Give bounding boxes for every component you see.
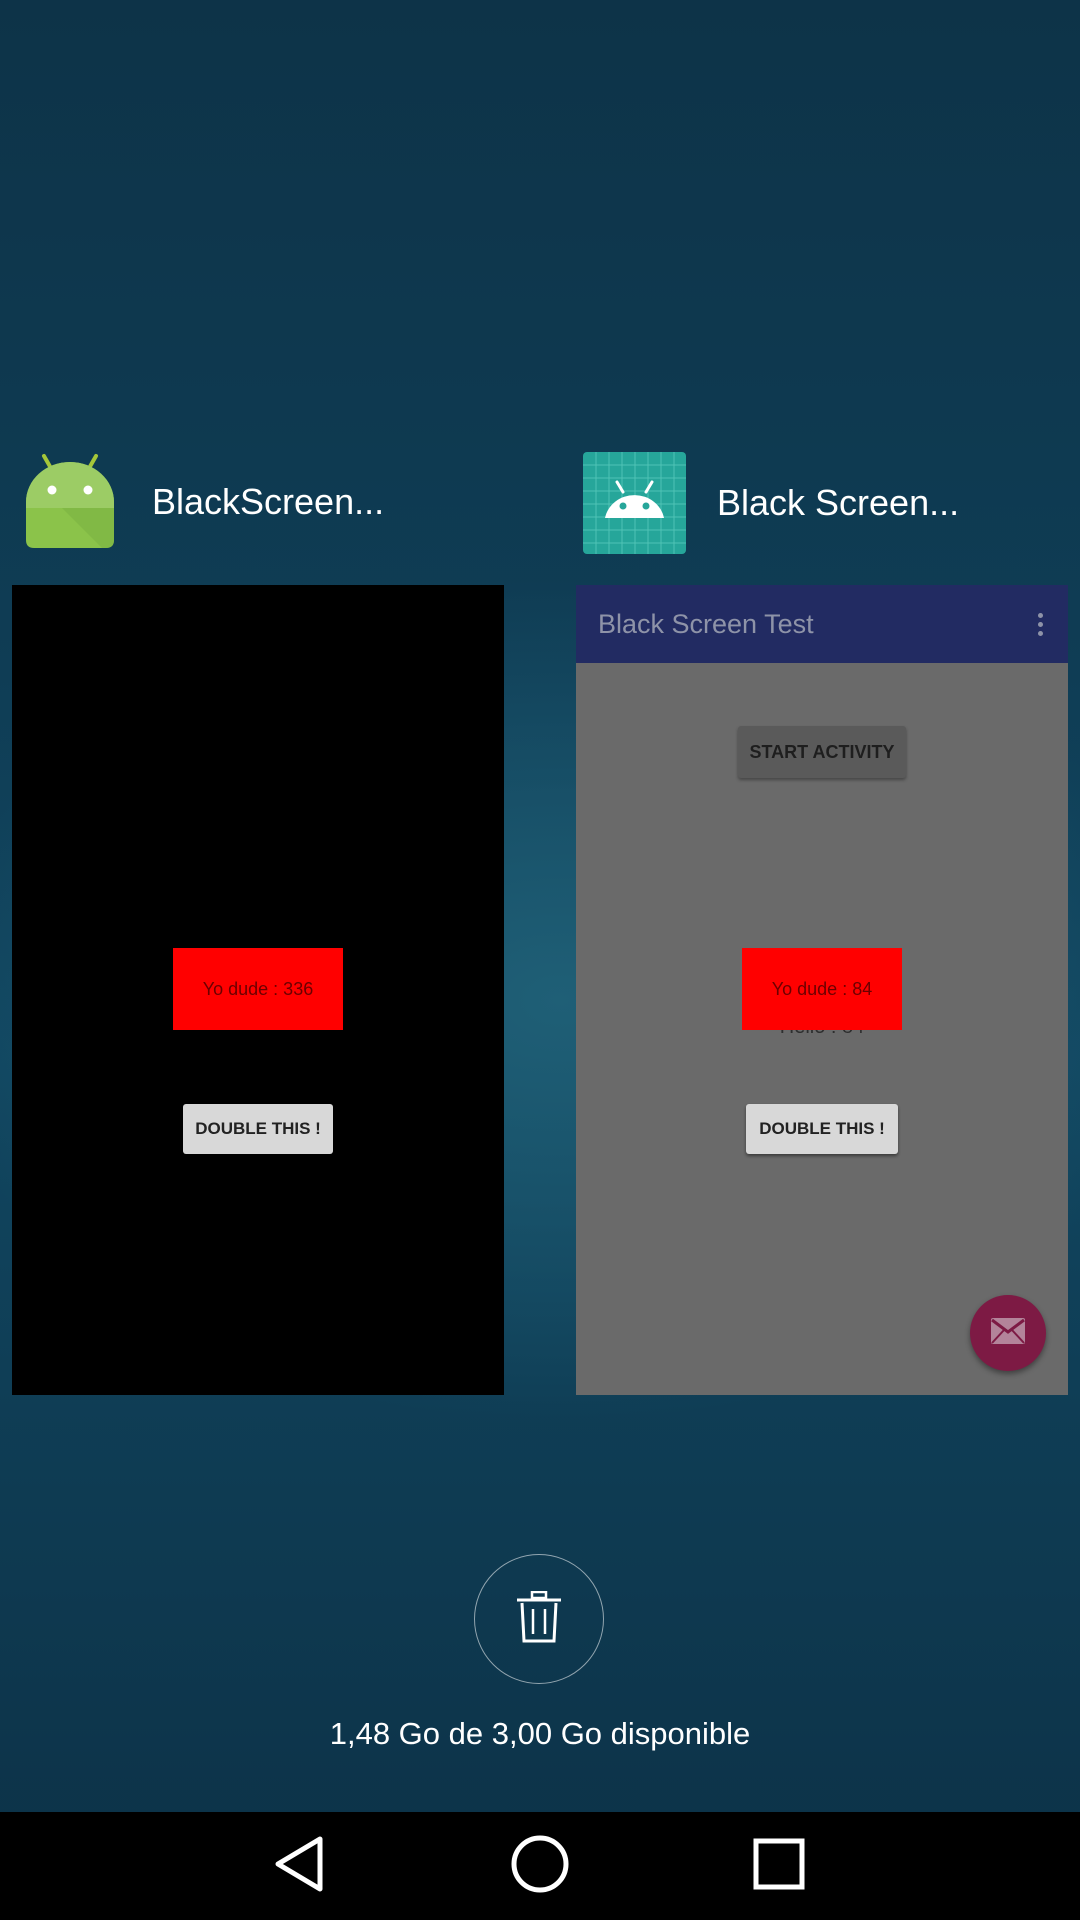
home-button[interactable] <box>485 1812 595 1920</box>
double-this-button: DOUBLE THIS ! <box>746 1104 898 1154</box>
overflow-menu-icon <box>1038 613 1044 637</box>
counter-box: Yo dude : 336 <box>173 948 343 1030</box>
recents-button[interactable] <box>724 1812 834 1920</box>
recents-square-icon <box>752 1837 806 1896</box>
android-robot-icon <box>22 452 118 552</box>
double-this-button: DOUBLE THIS ! <box>183 1104 333 1154</box>
navigation-bar <box>0 1812 1080 1920</box>
app-title: Black Screen... <box>717 482 960 523</box>
app-title: BlackScreen... <box>152 481 385 522</box>
home-circle-icon <box>510 1834 570 1899</box>
mail-icon <box>991 1317 1025 1349</box>
toolbar-title: Black Screen Test <box>598 608 814 639</box>
memory-status: 1,48 Go de 3,00 Go disponible <box>329 1716 751 1751</box>
counter-box: Yo dude : 84 <box>742 948 902 1030</box>
back-triangle-icon <box>272 1835 328 1898</box>
app-thumbnail-black-screen-test[interactable]: Black Screen Test START ACTIVITY Hello :… <box>576 585 1068 1395</box>
app-header-black-screen-test[interactable]: Black Screen... <box>583 452 959 554</box>
android-grid-icon <box>583 452 686 554</box>
clear-all-button[interactable] <box>474 1554 604 1684</box>
app-thumbnail-blackscreen[interactable]: Yo dude : 336 DOUBLE THIS ! <box>12 585 504 1395</box>
app-header-blackscreen[interactable]: BlackScreen... <box>22 452 384 552</box>
fab-button <box>970 1295 1046 1371</box>
trash-icon <box>516 1590 562 1648</box>
app-toolbar: Black Screen Test <box>576 585 1068 663</box>
back-button[interactable] <box>245 1812 355 1920</box>
start-activity-button: START ACTIVITY <box>738 726 906 778</box>
